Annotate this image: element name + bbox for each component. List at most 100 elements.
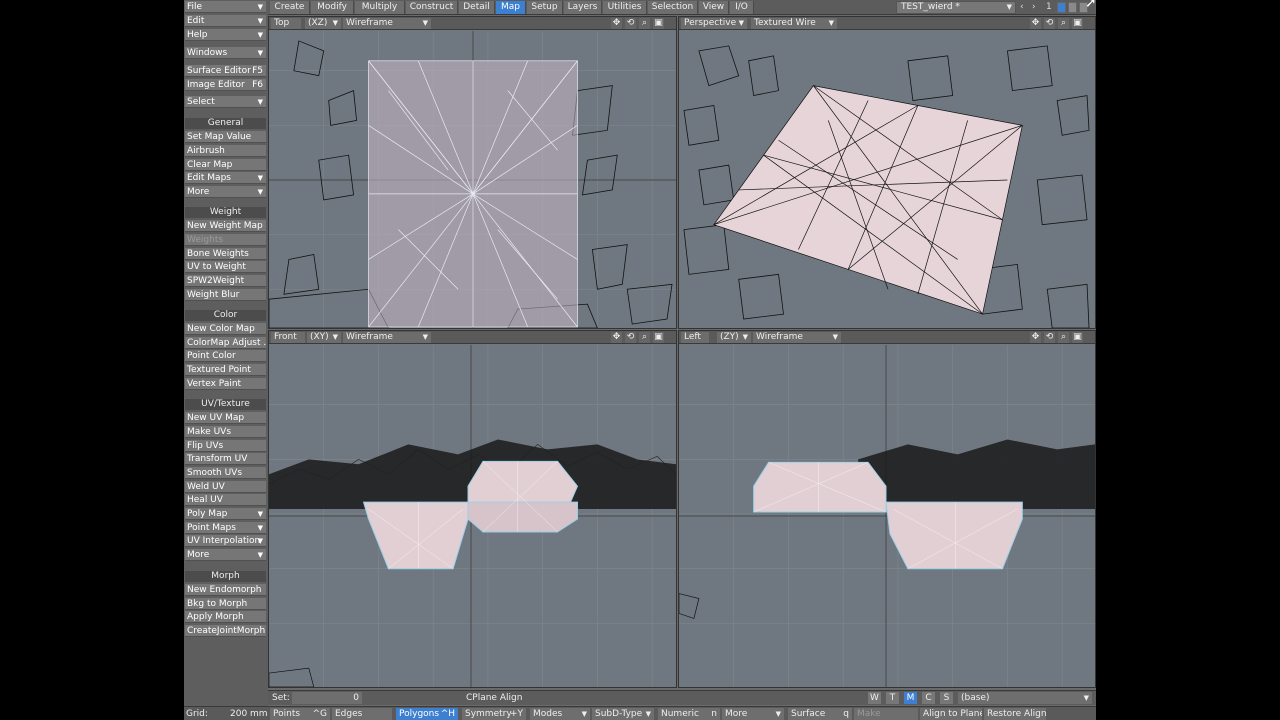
t-toggle[interactable]: T	[886, 692, 899, 704]
symmetry-toggle[interactable]: Symmetry +Y	[462, 708, 526, 720]
viewport-canvas[interactable]	[269, 31, 676, 328]
pan-icon[interactable]: ✥	[611, 332, 622, 343]
uv-interpolation-menu[interactable]: UV Interpolation ▼	[185, 535, 266, 547]
render-mode-dropdown[interactable]: Wireframe ▼	[753, 332, 841, 343]
tab-utilities[interactable]: Utilities	[603, 1, 647, 14]
viewport-front[interactable]: Front (XY) ▼ Wireframe ▼ ✥ ⟲ ⌕ ▣	[268, 330, 677, 688]
new-weight-map-button[interactable]: New Weight Map	[185, 220, 266, 232]
tab-io[interactable]: I/O	[730, 1, 754, 14]
rotate-icon[interactable]: ⟲	[625, 332, 636, 343]
w-toggle[interactable]: W	[868, 692, 881, 704]
image-editor-button[interactable]: Image Editor F6	[185, 79, 266, 91]
colormap-adjust-button[interactable]: ColorMap Adjust ...	[185, 337, 266, 349]
viewport-top[interactable]: Top (XZ) ▼ Wireframe ▼ ✥ ⟲ ⌕ ▣	[268, 16, 677, 329]
next-layer-icon[interactable]: ›	[1032, 1, 1036, 14]
maximize-icon[interactable]: ▣	[1072, 18, 1083, 29]
help-menu[interactable]: Help ▼	[185, 29, 266, 41]
zoom-icon[interactable]: ⌕	[639, 332, 650, 343]
file-menu[interactable]: File ▼	[185, 1, 266, 13]
tab-map[interactable]: Map	[496, 1, 526, 14]
tab-multiply[interactable]: Multiply	[355, 1, 405, 14]
view-axis-dropdown[interactable]: (XZ) ▼	[305, 18, 341, 29]
view-type-dropdown[interactable]: Front	[271, 332, 305, 343]
windows-menu[interactable]: Windows ▼	[185, 47, 266, 59]
set-map-value-button[interactable]: Set Map Value	[185, 131, 266, 143]
heal-uv-button[interactable]: Heal UV	[185, 494, 266, 506]
view-axis-dropdown[interactable]: (XY) ▼	[307, 332, 341, 343]
s-toggle[interactable]: S	[940, 692, 953, 704]
pan-icon[interactable]: ✥	[1030, 332, 1041, 343]
weight-blur-button[interactable]: Weight Blur	[185, 289, 266, 301]
tab-layers[interactable]: Layers	[564, 1, 602, 14]
tab-construct[interactable]: Construct	[406, 1, 458, 14]
viewport-canvas[interactable]	[679, 31, 1095, 328]
pan-icon[interactable]: ✥	[611, 18, 622, 29]
tab-view[interactable]: View	[699, 1, 729, 14]
viewport-perspective[interactable]: Perspective ▼ Textured Wire ▼ ✥ ⟲ ⌕ ▣	[678, 16, 1096, 329]
vertex-paint-button[interactable]: Vertex Paint	[185, 378, 266, 390]
zoom-icon[interactable]: ⌕	[1058, 332, 1069, 343]
modes-dropdown[interactable]: Modes ▼	[530, 708, 590, 720]
weld-uv-button[interactable]: Weld UV	[185, 481, 266, 493]
tab-detail[interactable]: Detail	[459, 1, 495, 14]
new-endomorph-button[interactable]: New Endomorph	[185, 584, 266, 596]
rotate-icon[interactable]: ⟲	[1044, 332, 1055, 343]
poly-map-menu[interactable]: Poly Map ▼	[185, 508, 266, 520]
view-type-dropdown[interactable]: Perspective ▼	[681, 18, 747, 29]
maximize-icon[interactable]: ▣	[1072, 332, 1083, 343]
c-toggle[interactable]: C	[922, 692, 935, 704]
points-mode-button[interactable]: Points ^G	[270, 708, 330, 720]
layer-button-2[interactable]	[1068, 2, 1077, 13]
bone-weights-button[interactable]: Bone Weights	[185, 248, 266, 260]
point-color-button[interactable]: Point Color	[185, 350, 266, 362]
zoom-icon[interactable]: ⌕	[639, 18, 650, 29]
vertex-map-dropdown[interactable]: (base) ▼	[958, 692, 1092, 704]
maximize-icon[interactable]: ▣	[653, 18, 664, 29]
zoom-icon[interactable]: ⌕	[1058, 18, 1069, 29]
select-menu[interactable]: Select ▼	[185, 96, 266, 108]
tab-selection[interactable]: Selection	[648, 1, 698, 14]
rotate-icon[interactable]: ⟲	[1044, 18, 1055, 29]
rotate-icon[interactable]: ⟲	[625, 18, 636, 29]
flip-uvs-button[interactable]: Flip UVs	[185, 440, 266, 452]
weights-button[interactable]: Weights	[185, 234, 266, 246]
viewport-canvas[interactable]	[679, 345, 1095, 687]
render-mode-dropdown[interactable]: Wireframe ▼	[343, 18, 431, 29]
more-uv-menu[interactable]: More ▼	[185, 549, 266, 561]
set-value-field[interactable]: 0	[292, 692, 362, 704]
new-color-map-button[interactable]: New Color Map	[185, 323, 266, 335]
smooth-uvs-button[interactable]: Smooth UVs	[185, 467, 266, 479]
m-toggle[interactable]: M	[904, 692, 917, 704]
previous-layer-icon[interactable]: ‹	[1020, 1, 1024, 14]
align-to-plane-button[interactable]: Align to Plane	[920, 708, 982, 720]
apply-morph-button[interactable]: Apply Morph	[185, 611, 266, 623]
edit-menu[interactable]: Edit ▼	[185, 15, 266, 27]
layer-button-1[interactable]	[1057, 2, 1066, 13]
pan-icon[interactable]: ✥	[1030, 18, 1041, 29]
tab-setup[interactable]: Setup	[527, 1, 563, 14]
make-button[interactable]: Make	[854, 708, 918, 720]
tab-modify[interactable]: Modify	[311, 1, 354, 14]
tab-create[interactable]: Create	[270, 1, 310, 14]
point-maps-menu[interactable]: Point Maps ▼	[185, 522, 266, 534]
surface-editor-button[interactable]: Surface Editor F5	[185, 65, 266, 77]
view-axis-dropdown[interactable]: (ZY) ▼	[717, 332, 751, 343]
numeric-button[interactable]: Numeric n	[658, 708, 720, 720]
polygons-mode-button[interactable]: Polygons ^H	[396, 708, 458, 720]
more-dropdown[interactable]: More ▼	[722, 708, 784, 720]
create-joint-morph-button[interactable]: CreateJointMorph	[185, 625, 266, 637]
spw2weight-button[interactable]: SPW2Weight	[185, 275, 266, 287]
bkg-to-morph-button[interactable]: Bkg to Morph	[185, 598, 266, 610]
textured-point-button[interactable]: Textured Point	[185, 364, 266, 376]
clear-map-button[interactable]: Clear Map	[185, 159, 266, 171]
uv-to-weight-button[interactable]: UV to Weight	[185, 261, 266, 273]
view-type-dropdown[interactable]: Left	[681, 332, 709, 343]
transform-uv-button[interactable]: Transform UV	[185, 453, 266, 465]
subd-type-dropdown[interactable]: SubD-Type ▼	[592, 708, 654, 720]
restore-align-button[interactable]: Restore Align	[984, 708, 1046, 720]
render-mode-dropdown[interactable]: Wireframe ▼	[343, 332, 431, 343]
viewport-canvas[interactable]	[269, 345, 676, 687]
new-uv-map-button[interactable]: New UV Map	[185, 412, 266, 424]
maximize-icon[interactable]: ▣	[653, 332, 664, 343]
make-uvs-button[interactable]: Make UVs	[185, 426, 266, 438]
